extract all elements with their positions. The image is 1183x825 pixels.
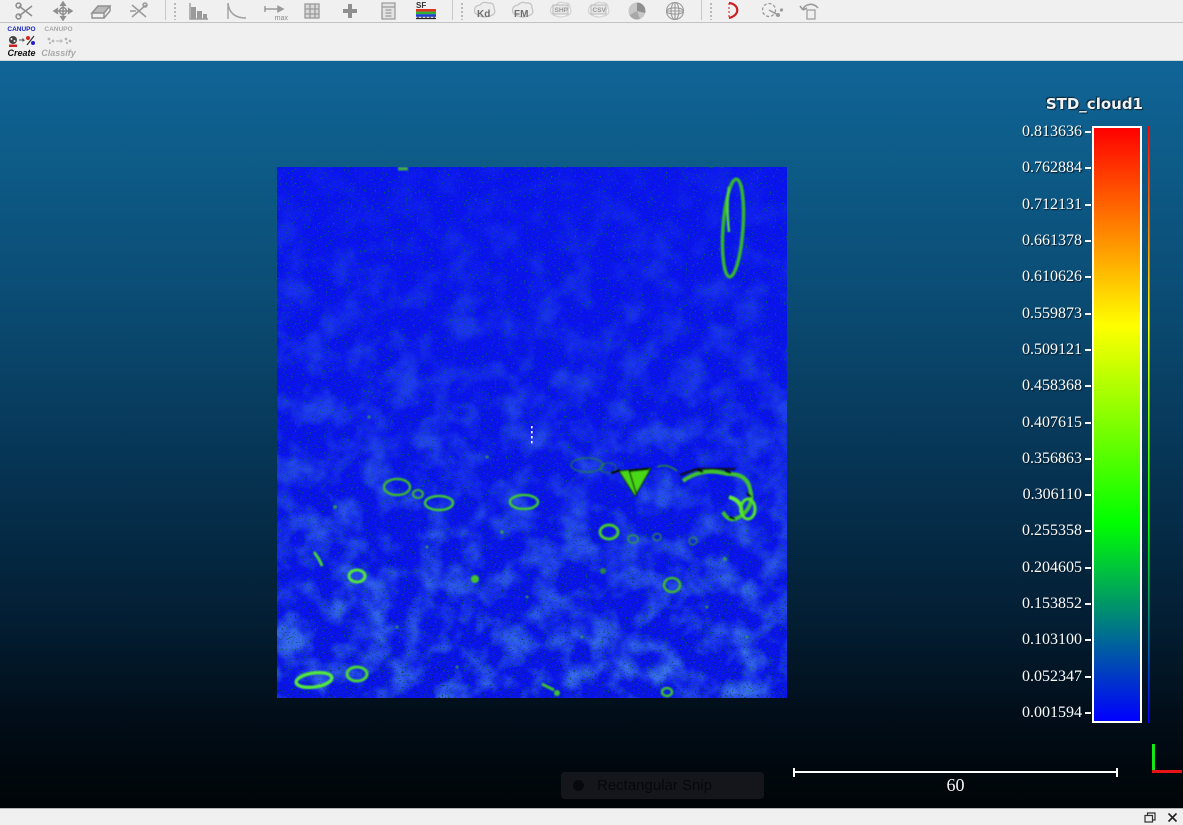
ramp-label-row: 0.204605 (951, 559, 1091, 577)
ramp-label-row: 0.052347 (951, 668, 1091, 686)
y-axis-green (1152, 744, 1155, 772)
ramp-label-row: 0.306110 (951, 486, 1091, 504)
canupo-classify-label: Classify (41, 48, 76, 58)
sf-arithmetic-grid-icon[interactable] (297, 0, 327, 21)
scalar-field-title: STD_cloud1 (943, 95, 1143, 113)
translate-rotate-icon[interactable] (48, 0, 78, 21)
scale-bar-value: 60 (793, 775, 1118, 796)
point-pair-align-icon[interactable] (757, 0, 787, 21)
ramp-tick (1085, 276, 1091, 278)
scale-bar-line (793, 771, 1118, 773)
ramp-tick (1085, 494, 1091, 496)
ramp-label-row: 0.458368 (951, 377, 1091, 395)
ramp-tick (1085, 240, 1091, 242)
ramp-tick (1085, 131, 1091, 133)
svg-text:SF: SF (416, 1, 426, 10)
restore-window-icon[interactable] (1143, 811, 1157, 823)
3d-viewport[interactable]: STD_cloud1 0.813636 0.762884 0.712131 0.… (0, 60, 1183, 808)
fm-facets-icon[interactable]: FM (508, 0, 538, 21)
ramp-label-row: 0.103100 (951, 631, 1091, 649)
ramp-label-row: 0.509121 (951, 341, 1091, 359)
canupo-toolbar: CANUPO Create CANUPO Classify (0, 24, 1183, 60)
sf-gradient-max-icon[interactable]: max (259, 0, 289, 21)
sf-calculator-icon[interactable] (373, 0, 403, 21)
ramp-label-row: 0.153852 (951, 595, 1091, 613)
toolbar-separator (701, 0, 702, 20)
segment-scissors-icon[interactable] (10, 0, 40, 21)
status-bar (0, 808, 1183, 825)
ramp-tick (1085, 639, 1091, 641)
toolbar-drag-handle[interactable] (460, 2, 464, 20)
shp-badge: SHP (555, 7, 569, 14)
rectangular-snip-tooltip[interactable]: Rectangular Snip (561, 772, 764, 799)
ramp-label-row: 0.712131 (951, 196, 1091, 214)
ramp-label-row: 0.407615 (951, 414, 1091, 432)
canupo-create-label: Create (7, 48, 35, 58)
ramp-tick (1085, 349, 1091, 351)
clipping-box-icon[interactable] (86, 0, 116, 21)
rotate-back-arrow-icon[interactable] (795, 0, 825, 21)
max-label: max (275, 15, 288, 22)
color-ramp-labels: 0.813636 0.762884 0.712131 0.661378 0.61… (951, 123, 1091, 722)
toolbar-separator (452, 0, 453, 20)
ramp-label-row: 0.001594 (951, 704, 1091, 722)
ramp-tick (1085, 567, 1091, 569)
svg-text:Kd: Kd (477, 9, 490, 20)
ramp-tick (1085, 530, 1091, 532)
cross-section-icon[interactable] (124, 0, 154, 21)
shp-export-icon[interactable]: SHP (546, 0, 576, 21)
ramp-tick (1085, 313, 1091, 315)
canupo-create-icon (7, 35, 37, 47)
snip-mode-icon (573, 780, 584, 791)
ramp-tick (1085, 603, 1091, 605)
snip-label: Rectangular Snip (597, 777, 712, 794)
sf-color-scales-icon[interactable]: SF (411, 0, 441, 21)
axes-indicator (1150, 744, 1183, 774)
csv-export-icon[interactable]: CSV (584, 0, 614, 21)
toolbar-drag-handle[interactable] (173, 2, 177, 20)
ramp-label-row: 0.255358 (951, 522, 1091, 540)
canupo-brand: CANUPO (44, 26, 72, 33)
kd-tree-icon[interactable]: Kd (470, 0, 500, 21)
ramp-tick (1085, 385, 1091, 387)
toolbar-drag-handle[interactable] (709, 2, 713, 20)
ramp-label-row: 0.661378 (951, 232, 1091, 250)
red-curve-fit-icon[interactable] (719, 0, 749, 21)
canupo-classify-icon (44, 35, 74, 47)
ramp-tick (1085, 712, 1091, 714)
ramp-tick (1085, 422, 1091, 424)
toolbar-separator (165, 0, 166, 20)
ramp-label-row: 0.762884 (951, 159, 1091, 177)
ramp-label-row: 0.610626 (951, 268, 1091, 286)
main-toolbar: max SF Kd FM SHP (0, 0, 1183, 23)
globe-grid-icon[interactable] (660, 0, 690, 21)
ramp-label-row: 0.813636 (951, 123, 1091, 141)
color-ramp[interactable] (1092, 126, 1142, 723)
sphere-pie-icon[interactable] (622, 0, 652, 21)
svg-text:FM: FM (514, 9, 528, 20)
scalar-histogram (1145, 126, 1183, 726)
ramp-label-row: 0.559873 (951, 305, 1091, 323)
ramp-tick (1085, 458, 1091, 460)
sf-add-plus-icon[interactable] (335, 0, 365, 21)
ramp-tick (1085, 167, 1091, 169)
sf-histogram-icon[interactable] (183, 0, 213, 21)
close-window-icon[interactable] (1165, 811, 1179, 823)
canupo-brand: CANUPO (7, 26, 35, 33)
canupo-classify-button[interactable]: CANUPO Classify (40, 25, 77, 59)
sf-filter-curve-icon[interactable] (221, 0, 251, 21)
point-cloud-render[interactable] (277, 167, 787, 698)
ramp-label-row: 0.356863 (951, 450, 1091, 468)
x-axis-red (1152, 770, 1182, 773)
csv-badge: CSV (593, 7, 607, 14)
canupo-create-button[interactable]: CANUPO Create (3, 25, 40, 59)
ramp-tick (1085, 676, 1091, 678)
ramp-tick (1085, 204, 1091, 206)
